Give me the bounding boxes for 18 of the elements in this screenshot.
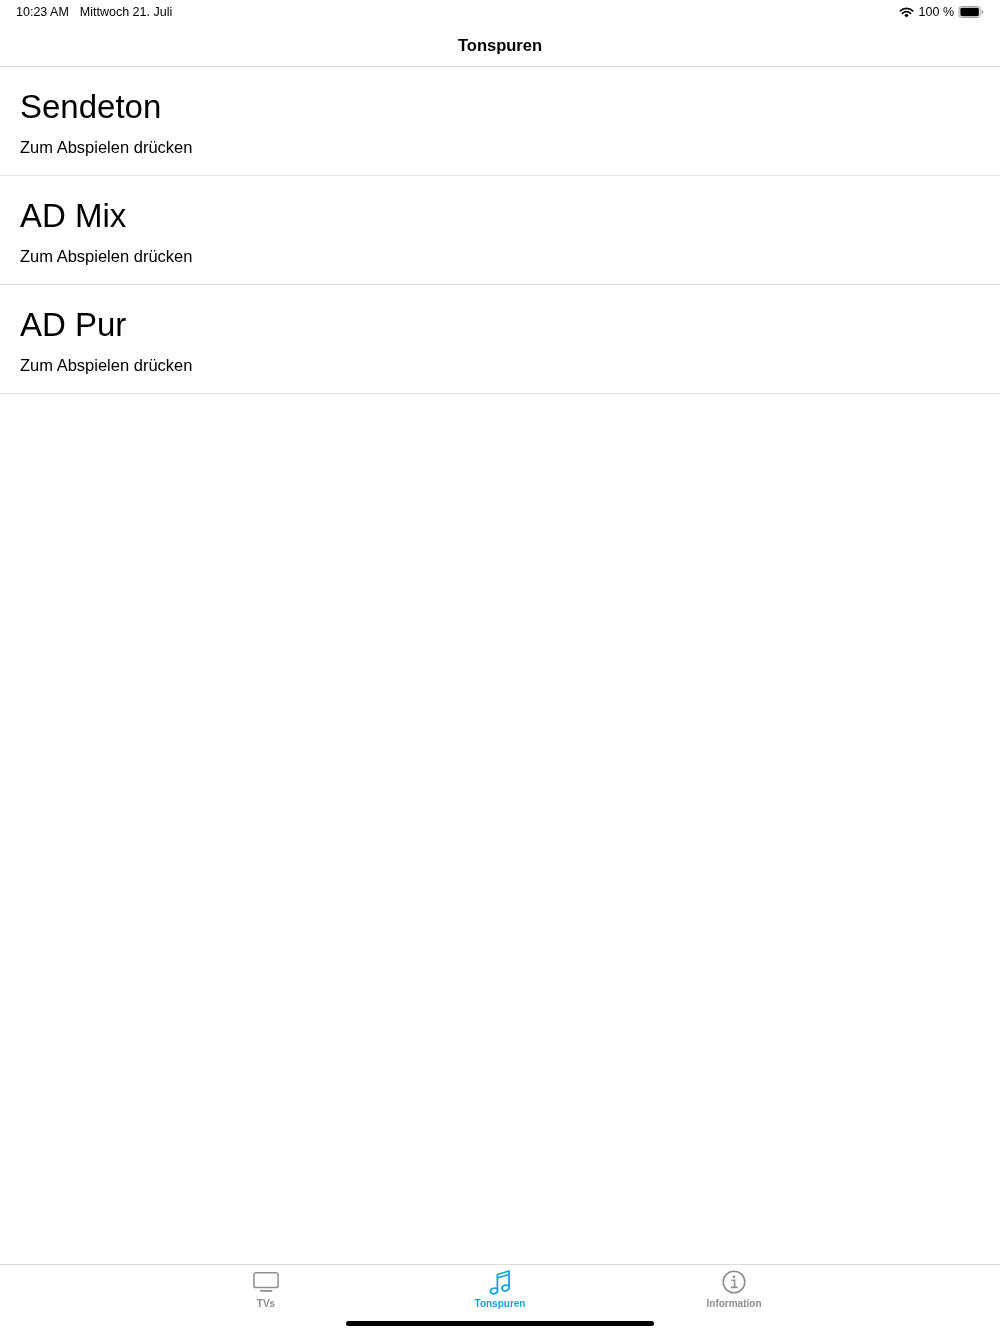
track-title: Sendeton (20, 88, 162, 126)
music-note-icon (489, 1269, 511, 1295)
track-subtitle: Zum Abspielen drücken (20, 355, 193, 375)
status-time: 10:23 AM (16, 5, 69, 19)
wifi-icon (898, 6, 914, 18)
track-title: AD Mix (20, 197, 127, 235)
track-row[interactable]: Sendeton Zum Abspielen drücken (0, 67, 1000, 176)
battery-icon (958, 6, 984, 18)
battery-percent: 100 % (918, 5, 954, 19)
nav-title: Tonspuren (458, 35, 542, 55)
track-row[interactable]: AD Pur Zum Abspielen drücken (0, 285, 1000, 394)
tv-icon (253, 1271, 279, 1293)
status-date: Mittwoch 21. Juli (79, 5, 173, 19)
track-subtitle: Zum Abspielen drücken (20, 246, 193, 266)
track-subtitle: Zum Abspielen drücken (20, 137, 193, 157)
track-title: AD Pur (20, 306, 127, 344)
info-icon (722, 1270, 746, 1294)
track-row[interactable]: AD Mix Zum Abspielen drücken (0, 176, 1000, 285)
